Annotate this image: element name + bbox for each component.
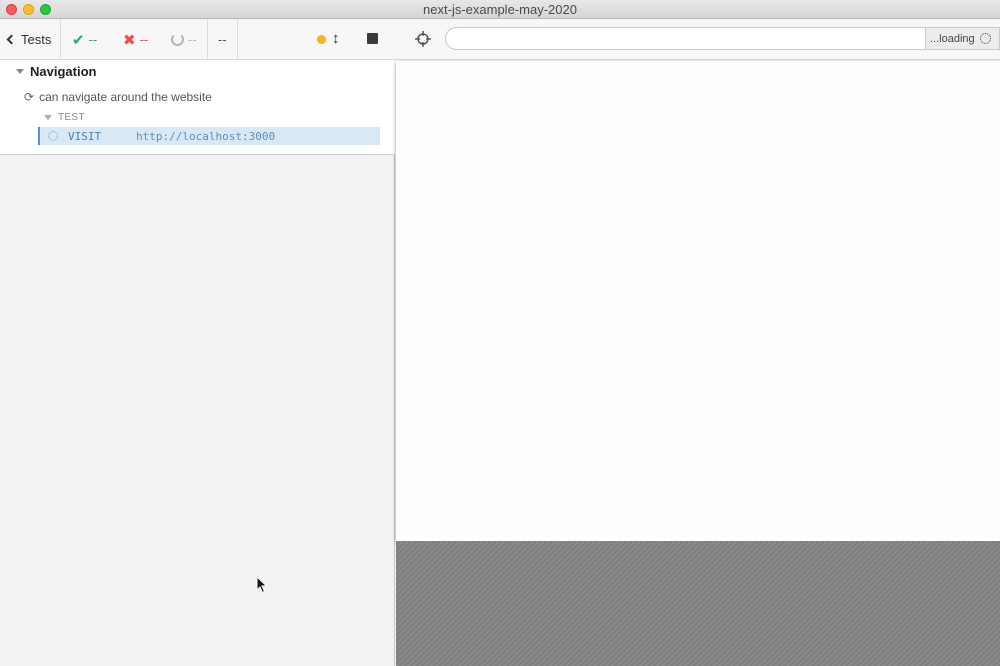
command-name: VISIT	[68, 129, 102, 143]
stats-divider	[237, 19, 238, 60]
reporter-stats-bar: Tests ✔ -- ✖ -- -- -- ↕	[0, 19, 395, 60]
title-bar: next-js-example-may-2020	[0, 0, 1000, 19]
running-dot-icon	[317, 35, 326, 44]
chevron-left-icon	[6, 34, 17, 45]
duration: --	[218, 32, 227, 47]
crosshair-icon[interactable]	[415, 31, 431, 47]
command-row[interactable]: VISIT http://localhost:3000	[38, 127, 380, 145]
x-icon: ✖	[123, 31, 136, 49]
passed-count: ✔ --	[72, 31, 98, 49]
suite-title: Navigation	[30, 64, 97, 79]
pending-ring-icon	[171, 33, 184, 46]
runnables-list: Navigation ⟳ can navigate around the web…	[0, 60, 395, 155]
test-row[interactable]: ⟳ can navigate around the website	[24, 90, 212, 104]
aut-header: ...loading	[395, 19, 1000, 60]
command-message: http://localhost:3000	[136, 129, 276, 143]
app-under-test-frame[interactable]	[396, 61, 1000, 541]
pending-count: --	[171, 19, 197, 60]
spinner-icon	[979, 33, 991, 44]
failed-count: ✖ --	[123, 31, 149, 49]
stop-icon[interactable]	[367, 33, 378, 44]
test-title: can navigate around the website	[39, 90, 212, 104]
autoscroll-icon[interactable]: ↕	[332, 30, 340, 48]
hook-title: TEST	[58, 112, 85, 123]
hook-row[interactable]: TEST	[44, 112, 85, 123]
reporter-panel: Tests ✔ -- ✖ -- -- -- ↕ Navigation ⟳ can…	[0, 19, 395, 666]
url-input[interactable]: ...loading	[445, 27, 1000, 50]
check-icon: ✔	[72, 31, 85, 49]
loading-label: ...loading	[930, 32, 975, 45]
refresh-icon: ⟳	[24, 90, 35, 104]
caret-down-icon	[44, 115, 52, 120]
tests-label: Tests	[21, 32, 52, 47]
stats-divider	[207, 19, 208, 60]
window-title: next-js-example-may-2020	[423, 2, 577, 17]
caret-down-icon	[16, 69, 24, 74]
aut-background	[396, 541, 1000, 666]
tests-back-button[interactable]: Tests	[0, 19, 61, 60]
spinner-icon	[48, 131, 58, 141]
suite-row[interactable]: Navigation	[16, 64, 96, 79]
loading-indicator: ...loading	[925, 28, 999, 49]
